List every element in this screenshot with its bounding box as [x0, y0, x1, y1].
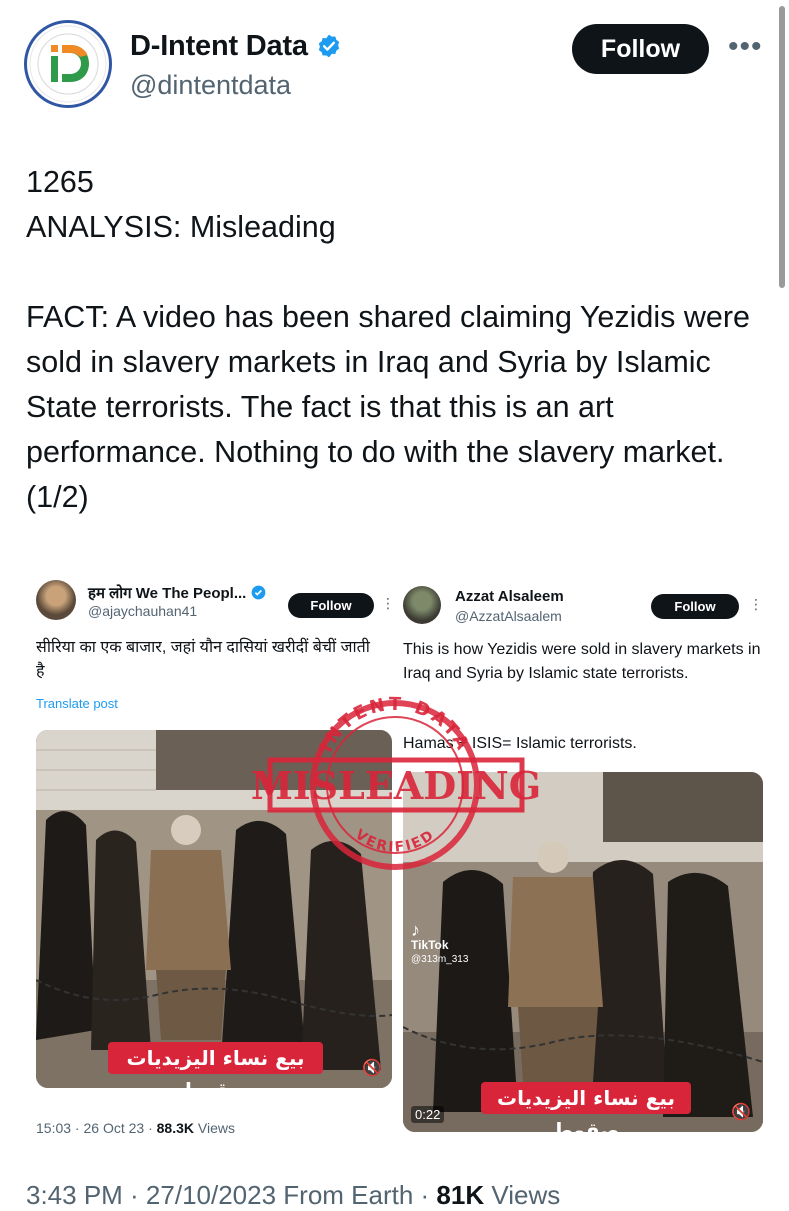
tweet-footer-meta: 3:43 PM · 27/10/2023 From Earth · 81K Vi… [26, 1180, 560, 1211]
scrollbar[interactable] [779, 6, 785, 288]
misleading-stamp-graphic: INTENT DATA MISLEADING VERIFIED [251, 694, 541, 870]
tiktok-watermark: ♪ TikTok @313m_313 [411, 921, 469, 966]
tweet-views-label: Views [484, 1180, 561, 1210]
profile-handle[interactable]: @dintentdata [130, 70, 291, 101]
more-options-icon[interactable]: ••• [728, 30, 763, 64]
profile-name-text: D-Intent Data [130, 30, 308, 62]
left-post-more-icon: ⋮ [381, 595, 395, 611]
dintent-logo-icon [29, 25, 107, 103]
svg-text:VERIFIED: VERIFIED [352, 827, 438, 856]
right-post-avatar [403, 586, 441, 624]
left-post-handle: @ajaychauhan41 [88, 603, 198, 619]
right-post-handle: @AzzatAlsaalem [455, 608, 562, 624]
left-video-caption: بيع نساء اليزيديات صقوط [108, 1042, 323, 1088]
mute-icon: 🔇 [731, 1104, 751, 1121]
left-post-views-count: 88.3K [156, 1120, 194, 1136]
verified-badge-icon [318, 34, 340, 58]
right-post-follow-button: Follow [651, 594, 739, 619]
tweet-views-count: 81K [436, 1180, 485, 1210]
left-post-views-label: Views [193, 1120, 235, 1136]
right-post-more-icon: ⋮ [749, 596, 763, 612]
tiktok-user: @313m_313 [411, 954, 469, 965]
profile-name[interactable]: D-Intent Data [130, 30, 342, 63]
translate-post-link: Translate post [36, 696, 118, 711]
video-duration: 0:22 [411, 1106, 445, 1123]
follow-button[interactable]: Follow [572, 24, 709, 74]
left-post-avatar [36, 580, 76, 620]
left-post-follow-button: Follow [288, 593, 374, 618]
tweet-analysis-line: ANALYSIS: Misleading [26, 210, 336, 244]
tweet-text: 1265 ANALYSIS: Misleading FACT: A video … [26, 160, 766, 520]
right-post-name: Azzat Alsaleem [455, 588, 564, 605]
tiktok-logo-icon: ♪ [411, 920, 420, 940]
tweet-timestamp[interactable]: 3:43 PM · 27/10/2023 From Earth · [26, 1180, 436, 1210]
profile-avatar[interactable] [24, 20, 112, 108]
left-post-name: हम लोग We The Peopl... [88, 583, 266, 603]
right-video-caption: بيع نساء اليزيديات صقوط [481, 1082, 691, 1132]
tweet-id-line: 1265 [26, 165, 94, 199]
tweet-media-image[interactable]: हम लोग We The Peopl... @ajaychauhan41 Fo… [25, 560, 775, 1145]
stamp-bottom-text: VERIFIED [352, 827, 436, 856]
tiktok-label: TikTok [411, 938, 449, 952]
misleading-stamp: INTENT DATA MISLEADING VERIFIED [250, 675, 541, 885]
tweet-fact-body: FACT: A video has been shared claiming Y… [26, 300, 750, 514]
stamp-main-text: MISLEADING [251, 763, 540, 808]
left-post-name-text: हम लोग We The Peopl... [88, 585, 247, 602]
verified-badge-icon [251, 585, 265, 600]
left-post-time: 15:03 · 26 Oct 23 · [36, 1120, 157, 1136]
mute-icon: 🔇 [362, 1060, 382, 1077]
left-post-meta: 15:03 · 26 Oct 23 · 88.3K Views [36, 1120, 235, 1136]
